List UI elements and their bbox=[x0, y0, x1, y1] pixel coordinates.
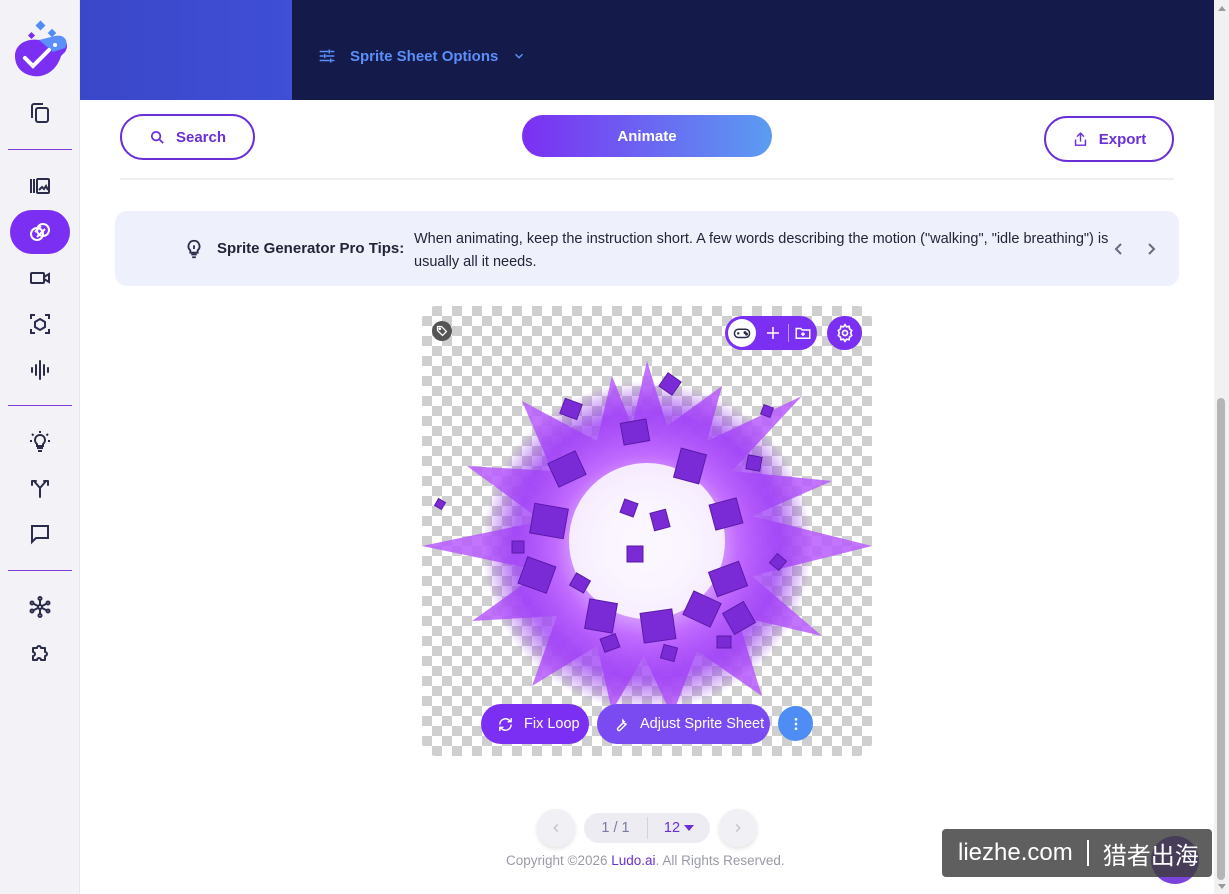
rail-fork-button[interactable] bbox=[10, 466, 70, 510]
search-button[interactable]: Search bbox=[120, 114, 255, 160]
plus-icon bbox=[767, 327, 779, 339]
gear-icon bbox=[836, 323, 853, 343]
card-actions-group bbox=[725, 316, 817, 350]
header-gradient-block bbox=[80, 0, 292, 100]
watermark: liezhe.com 猎者出海 bbox=[942, 829, 1212, 877]
animate-button[interactable]: Animate bbox=[522, 115, 772, 157]
scroll-down-icon[interactable] bbox=[1217, 883, 1227, 891]
puzzle-icon bbox=[32, 645, 48, 661]
folder-add-icon bbox=[795, 327, 811, 339]
tips-title: Sprite Generator Pro Tips: bbox=[217, 240, 405, 257]
animate-label: Animate bbox=[617, 127, 677, 145]
rail-plugins-button[interactable] bbox=[10, 631, 70, 675]
copyright-text: Copyright ©2026 Ludo.ai. All Rights Rese… bbox=[506, 853, 785, 868]
copyright-prefix: Copyright ©2026 bbox=[506, 853, 612, 868]
gamepad-icon bbox=[733, 328, 751, 339]
sprite-icon bbox=[30, 223, 50, 241]
rail-sprite-button[interactable] bbox=[10, 210, 70, 254]
toolbar-divider bbox=[120, 178, 1174, 180]
fix-loop-label: Fix Loop bbox=[524, 716, 580, 732]
rail-copy-button[interactable] bbox=[10, 91, 70, 135]
page-indicator: 1 / 1 bbox=[601, 820, 630, 836]
ludo-link[interactable]: Ludo.ai bbox=[611, 853, 655, 868]
chat-icon bbox=[31, 525, 49, 545]
search-icon bbox=[150, 130, 164, 144]
scrollbar-thumb[interactable] bbox=[1217, 398, 1225, 880]
more-vertical-icon bbox=[794, 717, 797, 730]
settings-button[interactable] bbox=[827, 316, 862, 350]
watermark-divider bbox=[1086, 840, 1089, 866]
watermark-right: 猎者出海 bbox=[1102, 842, 1199, 870]
rail-ideas-button[interactable] bbox=[10, 420, 70, 464]
page-size-value: 12 bbox=[663, 820, 681, 836]
prev-page-button[interactable] bbox=[537, 809, 575, 847]
tips-prev-icon[interactable] bbox=[1111, 240, 1127, 258]
watermark-left: liezhe.com bbox=[958, 839, 1073, 866]
fork-icon bbox=[31, 480, 49, 498]
page-size-select[interactable]: 12 bbox=[648, 813, 710, 843]
tips-next-icon[interactable] bbox=[1143, 240, 1159, 258]
lightbulb-icon bbox=[187, 239, 201, 259]
rail-3d-button[interactable] bbox=[10, 302, 70, 346]
adjust-sprite-sheet-button[interactable]: Adjust Sprite Sheet bbox=[597, 704, 770, 744]
chevron-left-icon bbox=[553, 823, 559, 833]
share-icon bbox=[1074, 131, 1086, 146]
adjust-label: Adjust Sprite Sheet bbox=[640, 716, 765, 732]
export-button[interactable]: Export bbox=[1044, 116, 1174, 162]
explosion-sprite-image bbox=[422, 361, 872, 716]
rail-gallery-button[interactable] bbox=[10, 164, 70, 208]
left-rail bbox=[0, 0, 80, 894]
chevron-down-icon bbox=[515, 53, 524, 59]
chevron-right-icon bbox=[735, 823, 741, 833]
rail-video-button[interactable] bbox=[10, 256, 70, 300]
options-label: Sprite Sheet Options bbox=[350, 47, 499, 65]
search-label: Search bbox=[175, 128, 227, 146]
rail-audio-button[interactable] bbox=[10, 348, 70, 392]
tag-icon bbox=[436, 325, 448, 337]
rail-divider bbox=[8, 405, 72, 406]
group-divider bbox=[788, 324, 789, 342]
tag-button[interactable] bbox=[432, 321, 452, 341]
game-preview-button[interactable] bbox=[728, 319, 756, 347]
rail-network-button[interactable] bbox=[10, 585, 70, 629]
ludo-logo[interactable] bbox=[9, 20, 71, 82]
video-icon bbox=[30, 272, 50, 284]
scroll-up-icon[interactable] bbox=[1217, 4, 1227, 12]
idea-icon bbox=[30, 431, 50, 452]
gallery-icon bbox=[30, 178, 50, 194]
caret-down-icon bbox=[684, 825, 695, 831]
fix-loop-button[interactable]: Fix Loop bbox=[481, 704, 589, 744]
copyright-suffix: . All Rights Reserved. bbox=[655, 853, 785, 868]
sprite-sheet-options-dropdown[interactable]: Sprite Sheet Options bbox=[318, 47, 526, 65]
sliders-icon bbox=[319, 49, 335, 63]
wrench-icon bbox=[616, 717, 627, 731]
copy-icon bbox=[31, 103, 49, 123]
export-label: Export bbox=[1098, 130, 1147, 148]
cube-icon bbox=[30, 314, 50, 334]
audio-icon bbox=[31, 360, 49, 380]
next-page-button[interactable] bbox=[719, 809, 757, 847]
pro-tips-banner: Sprite Generator Pro Tips: When animatin… bbox=[115, 211, 1179, 286]
rail-chat-button[interactable] bbox=[10, 512, 70, 556]
network-icon bbox=[29, 596, 51, 618]
add-button[interactable] bbox=[761, 321, 785, 345]
top-header: Sprite Sheet Options bbox=[80, 0, 1214, 100]
rail-divider bbox=[8, 149, 72, 150]
sprite-preview bbox=[422, 306, 872, 756]
loop-icon bbox=[499, 717, 512, 731]
tips-text: When animating, keep the instruction sho… bbox=[414, 231, 1109, 270]
rail-divider bbox=[8, 570, 72, 571]
pagination-control: 1 / 1 12 bbox=[584, 813, 710, 843]
more-options-button[interactable] bbox=[778, 706, 813, 741]
add-to-folder-button[interactable] bbox=[791, 321, 815, 345]
